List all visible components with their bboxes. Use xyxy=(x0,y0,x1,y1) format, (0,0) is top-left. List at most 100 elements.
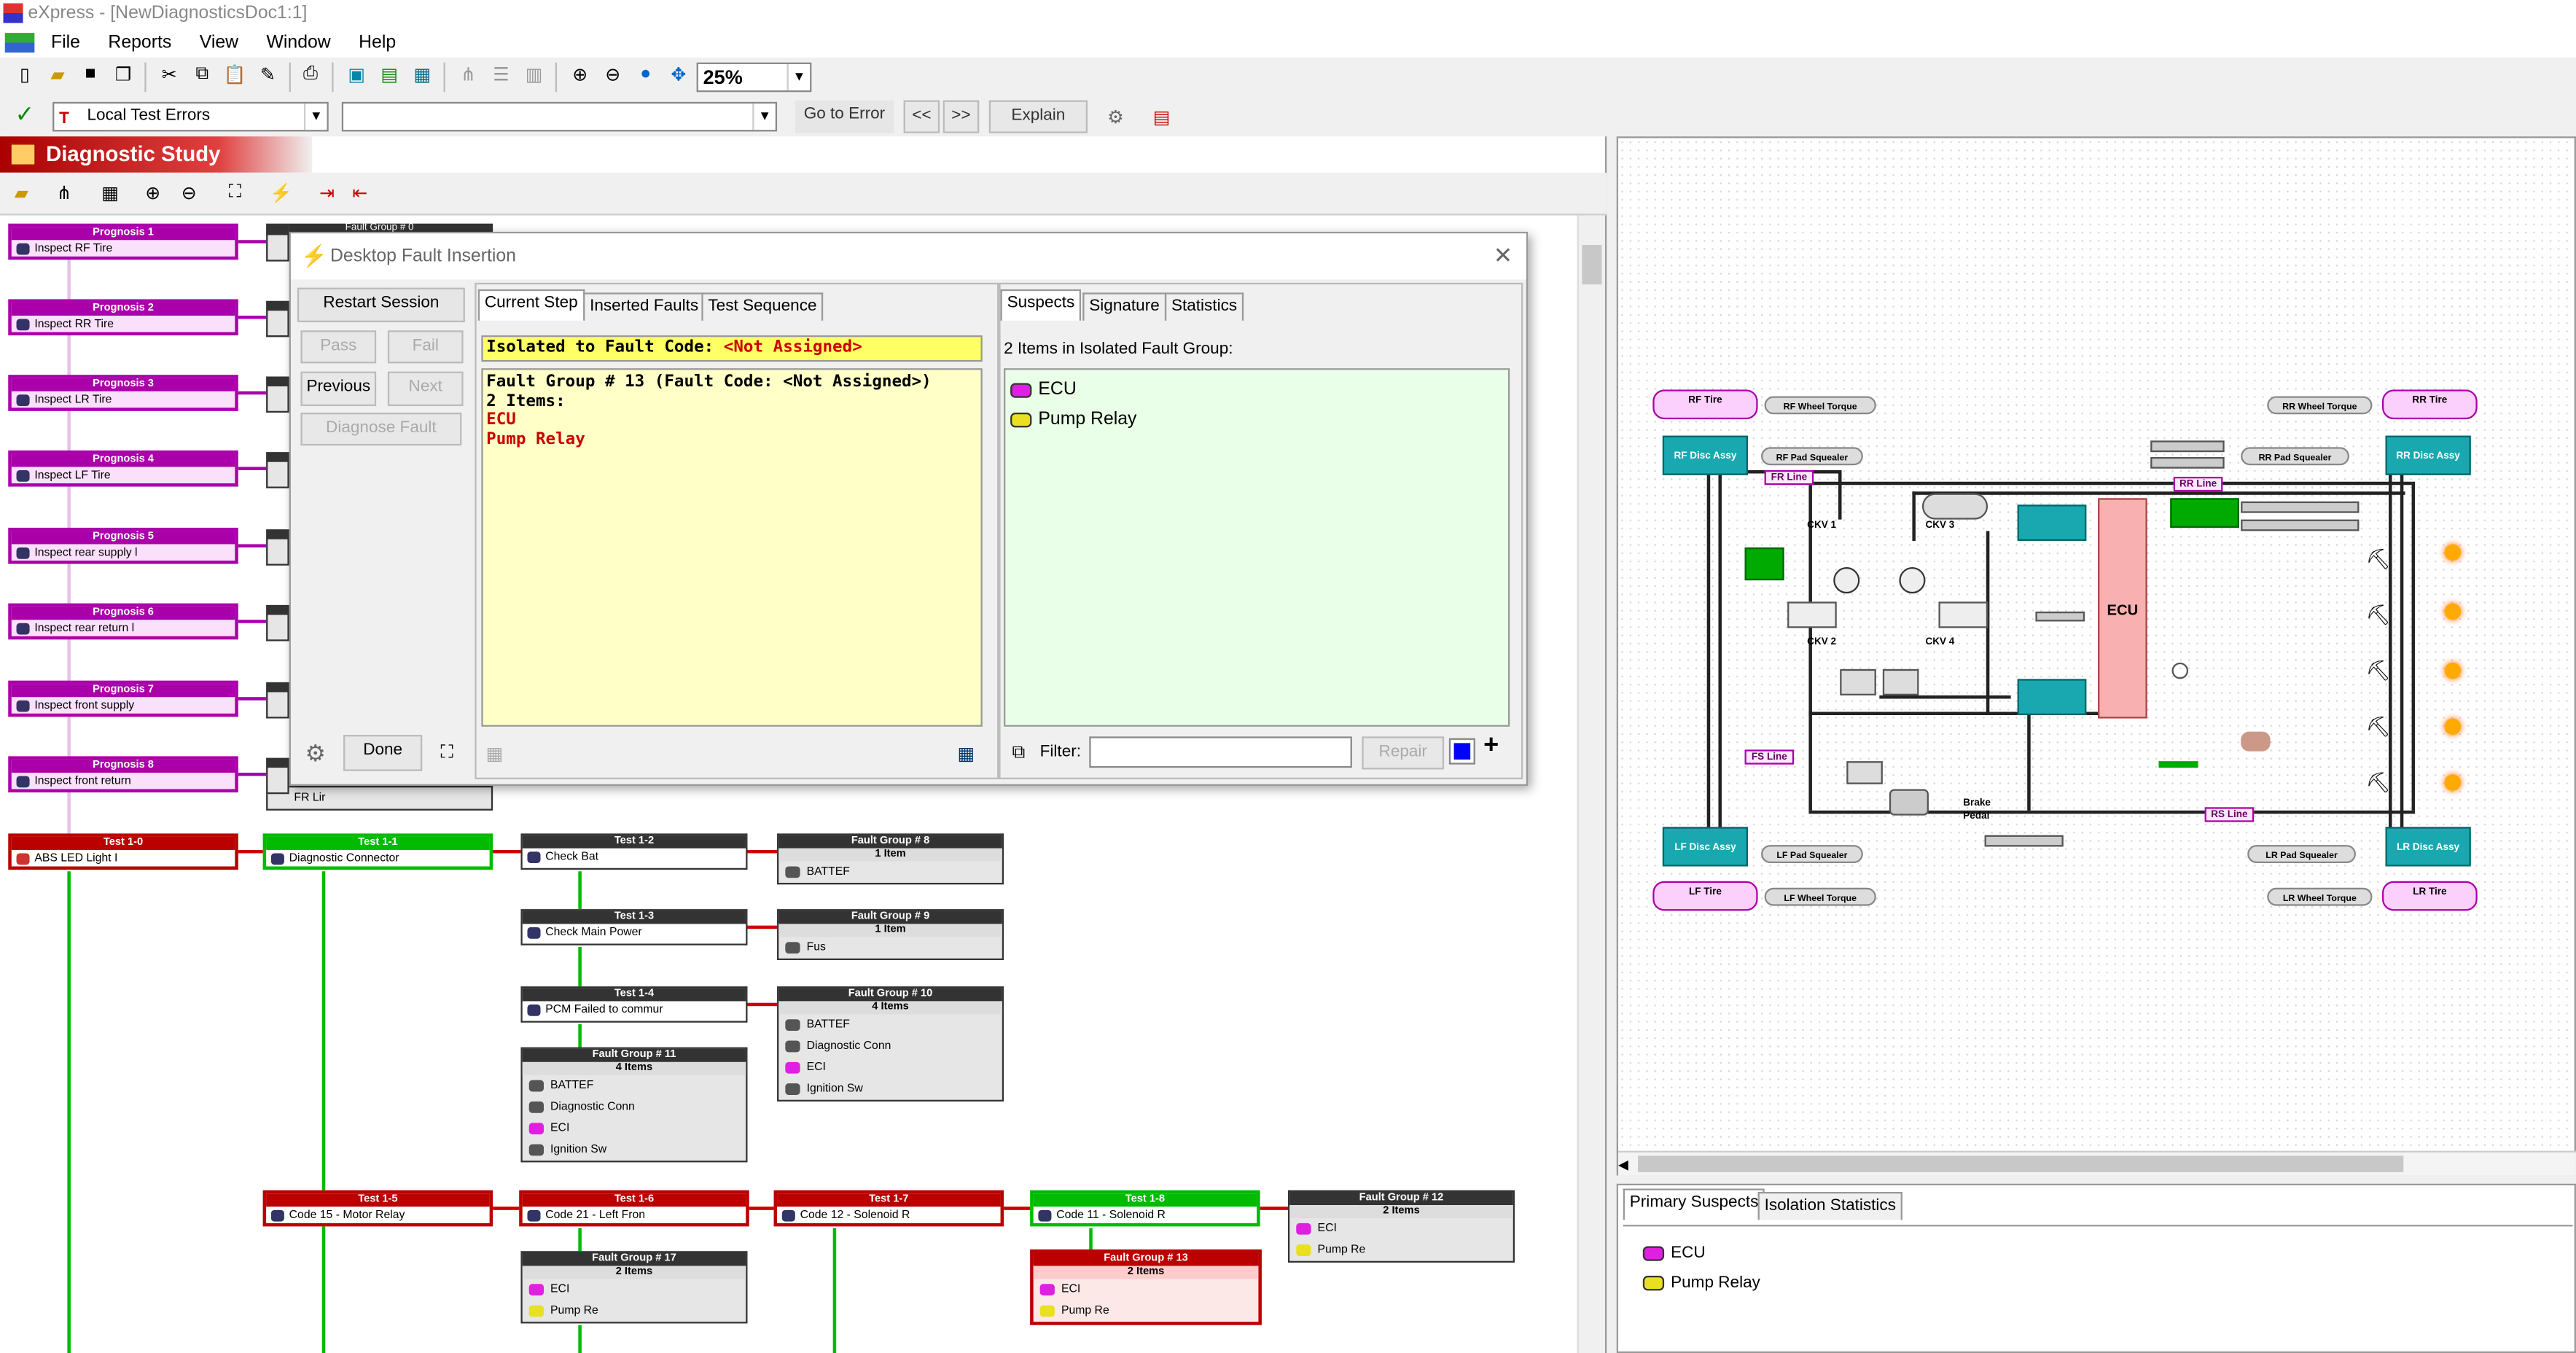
lr-disc-assy[interactable]: LR Disc Assy xyxy=(2385,827,2471,867)
fault-group-stub[interactable] xyxy=(266,757,289,795)
test-1-7-node[interactable]: Test 1-7 Code 12 - Solenoid R xyxy=(773,1190,1004,1227)
table-view-icon[interactable]: ▦ xyxy=(95,178,125,208)
lr-pad-squealer[interactable]: LR Pad Squealer xyxy=(2247,845,2356,863)
test-1-3-node[interactable]: Test 1-3 Check Main Power xyxy=(520,909,748,945)
lamp-icon[interactable]: ⛏ xyxy=(2365,604,2390,627)
fault-group-stub[interactable] xyxy=(266,452,289,488)
restart-session-button[interactable]: Restart Session xyxy=(297,287,465,323)
tab-isolation-statistics[interactable]: Isolation Statistics xyxy=(1757,1192,1903,1220)
menu-file[interactable]: File xyxy=(39,28,92,58)
zoom-select[interactable]: 25% ▼ xyxy=(696,62,812,93)
next-button[interactable]: Next xyxy=(387,371,464,407)
explain-button[interactable]: Explain xyxy=(988,100,1088,133)
globe-icon[interactable]: ● xyxy=(631,59,660,89)
copy-icon[interactable]: ⧉ xyxy=(187,59,217,89)
open-folder-icon[interactable]: ▰ xyxy=(43,59,73,89)
diagnose-fault-button[interactable]: Diagnose Fault xyxy=(300,413,462,446)
checkmark-icon[interactable]: ✓ xyxy=(10,98,40,128)
test-1-4-node[interactable]: Test 1-4 PCM Failed to commur xyxy=(520,986,748,1023)
binoculars-icon[interactable]: ⛶ xyxy=(220,178,250,208)
dialog-settings-gear-icon[interactable]: ⚙ xyxy=(300,738,330,768)
sensor[interactable] xyxy=(2150,456,2225,469)
step-table-icon[interactable]: ▦ xyxy=(951,738,981,768)
study-vertical-scrollbar[interactable] xyxy=(1577,215,1605,1353)
sensor[interactable] xyxy=(2241,519,2360,531)
menu-view[interactable]: View xyxy=(188,28,250,58)
block[interactable] xyxy=(1882,668,1919,695)
prognosis-node[interactable]: Prognosis 1 Inspect RF Tire xyxy=(8,223,238,260)
import-icon[interactable]: ⇥ xyxy=(312,178,342,208)
error-filter-select[interactable]: T Local Test Errors ▼ xyxy=(52,101,329,132)
sensor[interactable] xyxy=(2035,611,2085,622)
module-block[interactable] xyxy=(2017,504,2087,541)
report-icon[interactable]: ▤ xyxy=(1147,102,1176,132)
fault-group-stub[interactable] xyxy=(266,682,289,719)
fault-group-9[interactable]: Fault Group # 91 Item Fus xyxy=(777,909,1004,961)
prognosis-node[interactable]: Prognosis 3 Inspect LR Tire xyxy=(8,375,238,411)
menu-reports[interactable]: Reports xyxy=(97,28,183,58)
add-icon[interactable]: + xyxy=(1483,732,1499,762)
lr-wheel-torque[interactable]: LR Wheel Torque xyxy=(2267,887,2373,906)
pump-icon[interactable] xyxy=(1833,567,1860,594)
new-file-icon[interactable]: ▯ xyxy=(10,59,40,89)
zoom-in-icon[interactable]: ⊕ xyxy=(565,59,595,89)
ecu-block[interactable]: ECU xyxy=(2098,498,2147,719)
prognosis-node[interactable]: Prognosis 4 Inspect LF Tire xyxy=(8,450,238,487)
filter-input[interactable] xyxy=(1089,736,1352,768)
reservoir[interactable] xyxy=(1921,493,1988,520)
previous-error-button[interactable]: << xyxy=(903,100,940,133)
valve-icon[interactable] xyxy=(1938,601,1988,628)
tab-current-step[interactable]: Current Step xyxy=(477,289,585,321)
rr-disc-assy[interactable]: RR Disc Assy xyxy=(2385,435,2471,475)
grid-icon[interactable]: ▦ xyxy=(407,59,437,89)
test-1-2-node[interactable]: Test 1-2 Check Bat xyxy=(520,833,748,870)
valve-icon[interactable] xyxy=(1787,601,1837,628)
done-button[interactable]: Done xyxy=(343,735,423,771)
fault-group-8[interactable]: Fault Group # 81 Item BATTEF xyxy=(777,833,1004,885)
study-zoom-in-icon[interactable]: ⊕ xyxy=(138,178,168,208)
lr-tire[interactable]: LR Tire xyxy=(2382,881,2478,911)
lf-pad-squealer[interactable]: LF Pad Squealer xyxy=(1761,845,1863,863)
lf-disc-assy[interactable]: LF Disc Assy xyxy=(1662,827,1749,867)
rr-line[interactable]: RR Line xyxy=(2173,477,2223,492)
sensor[interactable] xyxy=(2150,440,2225,453)
previous-button[interactable]: Previous xyxy=(300,371,377,407)
repair-button[interactable]: Repair xyxy=(1362,736,1445,770)
fault-group-stub[interactable] xyxy=(266,604,289,642)
tab-test-sequence[interactable]: Test Sequence xyxy=(701,292,824,321)
dialog-binoculars-icon[interactable]: ⛶ xyxy=(432,738,462,768)
fault-group-17[interactable]: Fault Group # 17 2 Items ECI Pump Re xyxy=(520,1251,748,1324)
sensor[interactable] xyxy=(1984,835,2064,847)
list-item[interactable]: Pump Relay xyxy=(1642,1269,1760,1299)
lf-wheel-torque[interactable]: LF Wheel Torque xyxy=(1764,887,1876,906)
fault-group-10[interactable]: Fault Group # 10 4 Items BATTEF Diagnosti… xyxy=(777,986,1004,1101)
hand-icon[interactable] xyxy=(2241,731,2271,752)
menu-help[interactable]: Help xyxy=(347,28,407,58)
block[interactable] xyxy=(1840,668,1876,695)
schematic-horizontal-scrollbar[interactable]: ◀ xyxy=(1617,1150,2576,1176)
test-1-1-node[interactable]: Test 1-1 Diagnostic Connector xyxy=(262,833,493,870)
lamp-icon[interactable]: ⛏ xyxy=(2365,715,2390,738)
lf-tire[interactable]: LF Tire xyxy=(1652,881,1758,911)
open-study-icon[interactable]: ▰ xyxy=(7,178,36,208)
fault-group-stub[interactable] xyxy=(266,376,289,413)
fault-group-11[interactable]: Fault Group # 11 4 Items BATTEF Diagnosti… xyxy=(520,1047,748,1163)
save-icon[interactable]: ■ xyxy=(76,59,106,89)
fail-button[interactable]: Fail xyxy=(387,330,464,364)
fault-group-12[interactable]: Fault Group # 12 2 Items ECI Pump Re xyxy=(1287,1190,1515,1263)
go-to-error-button[interactable]: Go to Error xyxy=(795,100,894,133)
fr-line[interactable]: FR Line xyxy=(1764,469,1814,486)
sensor[interactable] xyxy=(2241,501,2360,513)
lamp-icon[interactable]: ⛏ xyxy=(2365,659,2390,682)
clear-icon[interactable]: ✎ xyxy=(253,59,283,89)
export-icon[interactable]: ⇤ xyxy=(345,178,375,208)
test-1-8-node[interactable]: Test 1-8 Code 11 - Solenoid R xyxy=(1030,1190,1260,1227)
table-icon[interactable]: ▥ xyxy=(519,59,549,89)
fit-icon[interactable]: ✥ xyxy=(664,59,694,89)
rr-pad-squealer[interactable]: RR Pad Squealer xyxy=(2241,447,2349,466)
rr-tire[interactable]: RR Tire xyxy=(2382,389,2478,420)
prognosis-node[interactable]: Prognosis 6 Inspect rear return l xyxy=(8,603,238,640)
prognosis-node[interactable]: Prognosis 2 Inspect RR Tire xyxy=(8,299,238,336)
settings-gear-icon[interactable]: ⚙ xyxy=(1101,102,1131,132)
zoom-out-icon[interactable]: ⊖ xyxy=(598,59,628,89)
